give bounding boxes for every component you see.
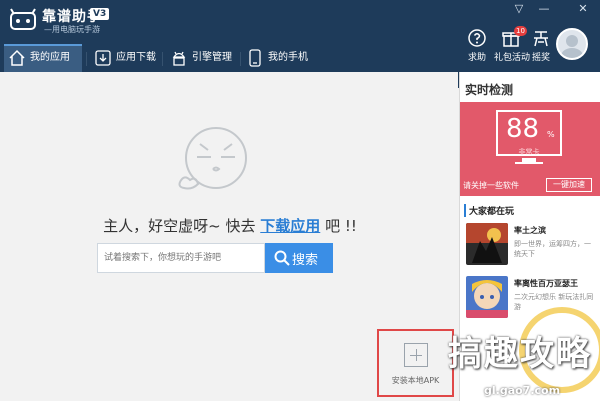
performance-score: 88 [506,114,540,144]
minimize-button[interactable]: — [533,0,555,18]
tab-label: 引擎管理 [192,52,232,63]
version-badge: V3 [90,8,110,20]
nav-divider [240,52,241,66]
gifts-button[interactable]: 10 礼包活动 [494,26,531,66]
empty-prefix: 主人，好空虚呀~ 快去 [103,217,256,235]
game-thumbnail [466,223,508,265]
help-icon [468,29,486,47]
bored-face-icon [178,127,247,190]
user-icon [561,35,583,58]
performance-state: 非常卡 [518,148,540,156]
nav-divider [162,52,163,66]
phone-icon [249,49,261,67]
watermark-url: gl.gao7.com [484,384,561,397]
nav-divider [86,52,87,66]
list-item[interactable]: 率土之滨 即一世界，运筹四方，一统天下 [466,223,596,267]
help-button[interactable]: 求助 [460,26,494,66]
close-button[interactable]: ✕ [572,0,594,18]
tab-label: 应用下载 [116,52,156,63]
performance-monitor: 88 % 非常卡 请关掉一些软件 一键加速 [460,102,600,196]
watermark-text: 搞趣攻略 [448,334,592,374]
app-logo-icon [10,8,36,30]
boost-button[interactable]: 一键加速 [546,178,592,192]
search-icon [274,250,290,266]
android-icon [172,51,186,66]
tab-engine[interactable]: 引擎管理 [166,44,242,72]
home-icon [9,49,25,66]
lottery-button[interactable]: 摇奖 [524,26,558,66]
popular-games-title: 大家都在玩 [464,204,514,217]
lottery-icon [534,31,548,47]
watermark: 搞趣攻略 gl.gao7.com [440,296,600,401]
gifts-label: 礼包活动 [494,53,531,63]
monitor-screen-icon: 88 % 非常卡 [496,110,562,156]
tab-my-phone[interactable]: 我的手机 [242,44,318,72]
help-label: 求助 [467,53,486,63]
monitor-tip: 请关掉一些软件 [463,181,519,190]
app-tagline: —用电脑玩手游 [44,25,100,34]
search-input[interactable] [97,243,265,273]
tab-label: 我的应用 [30,52,70,63]
performance-unit: % [547,130,555,139]
monitor-base [515,162,543,164]
search-bar: 搜索 [97,243,333,273]
lottery-label: 摇奖 [531,53,550,63]
download-icon [95,50,111,66]
search-button-label: 搜索 [292,253,319,268]
realtime-monitor-title: 实时检测 [465,83,514,97]
game-desc: 即一世界，运筹四方，一统天下 [514,240,591,258]
main-nav: 我的应用 应用下载 引擎管理 我的手机 [0,44,460,72]
skin-button[interactable]: ▽ [508,0,530,18]
avatar[interactable] [556,28,588,60]
game-name: 率离性百万亚瑟王 [514,279,578,288]
my-apps-panel: 主人，好空虚呀~ 快去 下载应用 吧 !! 搜索 安装本地APK [0,72,458,401]
download-apps-link[interactable]: 下载应用 [260,217,320,235]
tab-label: 我的手机 [268,52,308,63]
game-name: 率土之滨 [514,226,546,235]
plus-icon [404,343,428,367]
tab-my-apps[interactable]: 我的应用 [4,44,82,72]
search-button[interactable]: 搜索 [265,243,333,273]
empty-message: 主人，好空虚呀~ 快去 下载应用 吧 !! [90,215,370,236]
empty-suffix: 吧 !! [325,217,357,235]
tab-app-download[interactable]: 应用下载 [90,44,166,72]
